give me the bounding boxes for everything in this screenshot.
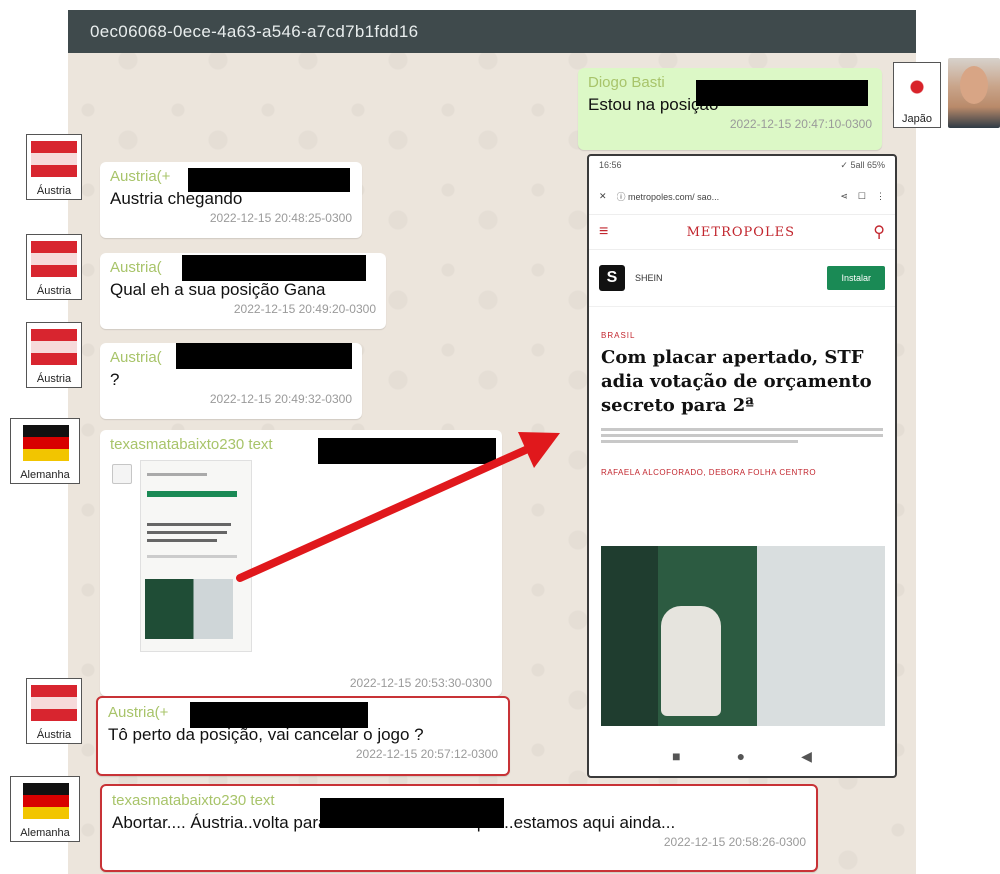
message-incoming-highlighted[interactable]: Austria(+ Tô perto da posição, vai cance… bbox=[96, 696, 510, 776]
redaction bbox=[318, 438, 496, 464]
avatar-alemanha: Alemanha bbox=[10, 776, 80, 842]
close-icon: ✕ bbox=[599, 190, 607, 201]
message-timestamp: 2022-12-15 20:48:25-0300 bbox=[209, 211, 352, 225]
shein-logo-icon: S bbox=[599, 265, 625, 291]
redaction bbox=[188, 168, 350, 192]
message-timestamp: 2022-12-15 20:58:26-0300 bbox=[663, 835, 806, 849]
article-author: RAFAELA ALCOFORADO, DEBORA FOLHA CENTRO bbox=[601, 468, 817, 477]
site-nav: ≡ METROPOLES ⚲ bbox=[589, 215, 895, 250]
message-incoming-highlighted[interactable]: texasmatabaixto230 text Abortar.... Áust… bbox=[100, 784, 818, 872]
article-subtitle-lines bbox=[601, 428, 883, 458]
redaction bbox=[696, 80, 868, 106]
avatar-caption: Áustria bbox=[36, 729, 72, 741]
avatar-alemanha: Alemanha bbox=[10, 418, 80, 484]
message-timestamp: 2022-12-15 20:53:30-0300 bbox=[349, 676, 492, 690]
avatar-austria: Áustria bbox=[26, 678, 82, 744]
share-icon: ⋖ bbox=[840, 190, 848, 201]
austria-flag-icon bbox=[31, 329, 77, 365]
redaction bbox=[176, 343, 352, 369]
message-timestamp: 2022-12-15 20:49:32-0300 bbox=[209, 392, 352, 406]
message-incoming[interactable]: Austria( ? 2022-12-15 20:49:32-0300 bbox=[100, 343, 362, 419]
avatar-caption: Alemanha bbox=[20, 469, 70, 481]
phone-status-bar: 16:56 ✓ 5all 65% bbox=[589, 156, 895, 178]
phone-status-icons: ✓ 5all 65% bbox=[840, 160, 885, 170]
bookmark-icon: ☐ bbox=[857, 190, 866, 201]
recent-apps-icon: ■ bbox=[672, 748, 681, 764]
avatar-caption: Áustria bbox=[36, 185, 72, 197]
menu-icon: ≡ bbox=[599, 223, 609, 240]
user-photo-avatar bbox=[948, 58, 1000, 128]
redaction bbox=[320, 798, 504, 828]
back-icon: ◀ bbox=[801, 747, 812, 764]
browser-url: ⓘ metropoles.com/ sao... bbox=[616, 191, 720, 202]
browser-url-bar: ✕ ⓘ metropoles.com/ sao... ⋖ ☐ ⋮ bbox=[589, 178, 895, 215]
article-image bbox=[601, 546, 885, 726]
germany-flag-icon bbox=[23, 425, 69, 461]
message-text: Qual eh a sua posição Gana bbox=[110, 280, 326, 299]
austria-flag-icon bbox=[31, 685, 77, 721]
app-ad: S SHEIN Instalar bbox=[589, 250, 895, 307]
avatar-caption: Áustria bbox=[36, 373, 72, 385]
ad-install-button: Instalar bbox=[827, 266, 885, 290]
phone-nav-bar: ■ ● ◀ bbox=[589, 736, 895, 776]
ad-name: SHEIN bbox=[635, 273, 663, 283]
avatar-austria: Áustria bbox=[26, 322, 82, 388]
message-incoming[interactable]: Austria( Qual eh a sua posição Gana 2022… bbox=[100, 253, 386, 329]
message-incoming-image[interactable]: texasmatabaixto230 text 2022-12-15 20:53… bbox=[100, 430, 502, 696]
phone-time: 16:56 bbox=[599, 160, 622, 170]
home-icon: ● bbox=[736, 748, 746, 764]
chat-panel: 0ec06068-0ece-4a63-a546-a7cd7b1fdd16 Dio… bbox=[68, 10, 916, 874]
phone-screenshot: 16:56 ✓ 5all 65% ✕ ⓘ metropoles.com/ sao… bbox=[587, 154, 897, 778]
more-icon: ⋮ bbox=[876, 190, 885, 201]
article-category: BRASIL bbox=[601, 331, 636, 340]
article-headline: Com placar apertado, STF adia votação de… bbox=[601, 347, 872, 416]
avatar-caption: Japão bbox=[902, 113, 932, 125]
message-timestamp: 2022-12-15 20:49:20-0300 bbox=[233, 302, 376, 316]
message-incoming[interactable]: Austria(+ Austria chegando 2022-12-15 20… bbox=[100, 162, 362, 238]
select-checkbox[interactable] bbox=[112, 464, 132, 484]
message-timestamp: 2022-12-15 20:57:12-0300 bbox=[355, 747, 498, 761]
site-logo: METROPOLES bbox=[686, 224, 795, 240]
germany-flag-icon bbox=[23, 783, 69, 819]
chat-header: 0ec06068-0ece-4a63-a546-a7cd7b1fdd16 bbox=[68, 10, 916, 53]
austria-flag-icon bbox=[31, 141, 77, 177]
search-icon: ⚲ bbox=[873, 224, 885, 241]
message-outgoing[interactable]: Diogo Basti Estou na posição 2022-12-15 … bbox=[578, 68, 882, 150]
austria-flag-icon bbox=[31, 241, 77, 277]
avatar-japao: Japão bbox=[893, 62, 941, 128]
message-text: ? bbox=[110, 370, 120, 389]
japan-flag-icon bbox=[896, 69, 938, 105]
message-timestamp: 2022-12-15 20:47:10-0300 bbox=[729, 117, 872, 131]
avatar-austria: Áustria bbox=[26, 234, 82, 300]
redaction bbox=[190, 702, 368, 728]
avatar-caption: Áustria bbox=[36, 285, 72, 297]
image-thumbnail[interactable] bbox=[140, 460, 252, 652]
avatar-caption: Alemanha bbox=[20, 827, 70, 839]
avatar-austria: Áustria bbox=[26, 134, 82, 200]
redaction bbox=[182, 255, 366, 281]
